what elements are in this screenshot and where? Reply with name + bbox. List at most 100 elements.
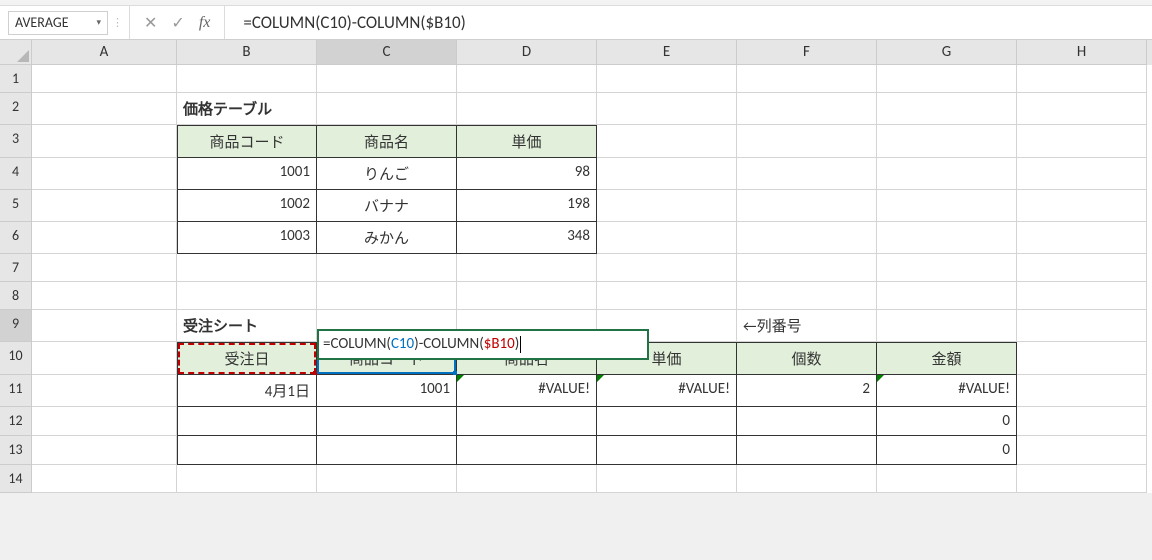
cell-B11[interactable]: 4月1日 [177,375,317,407]
col-header-G[interactable]: G [877,40,1017,65]
cell-H11[interactable] [1017,375,1147,407]
cell-B7[interactable] [177,254,317,282]
cell-C3[interactable]: 商品名 [317,125,457,158]
cell-E5[interactable] [597,190,737,222]
cell-G6[interactable] [877,222,1017,254]
row-header-1[interactable]: 1 [0,65,32,93]
cell-A9[interactable] [32,310,177,342]
cell-H6[interactable] [1017,222,1147,254]
cancel-icon[interactable]: ✕ [144,13,157,33]
cell-D3[interactable]: 単価 [457,125,597,158]
cell-H8[interactable] [1017,282,1147,310]
cell-E1[interactable] [597,65,737,93]
cell-E14[interactable] [597,465,737,493]
cell-D14[interactable] [457,465,597,493]
cell-F14[interactable] [737,465,877,493]
col-header-A[interactable]: A [32,40,177,65]
cell-D5[interactable]: 198 [457,190,597,222]
cell-H5[interactable] [1017,190,1147,222]
cell-B3[interactable]: 商品コード [177,125,317,158]
cell-F2[interactable] [737,93,877,125]
row-header-5[interactable]: 5 [0,190,32,222]
row-header-2[interactable]: 2 [0,93,32,125]
cell-G3[interactable] [877,125,1017,158]
cell-B6[interactable]: 1003 [177,222,317,254]
cell-F10[interactable]: 個数 [737,342,877,375]
cell-D4[interactable]: 98 [457,158,597,190]
cell-E13[interactable] [597,436,737,465]
cell-B8[interactable] [177,282,317,310]
cell-E12[interactable] [597,407,737,436]
cell-A1[interactable] [32,65,177,93]
cell-D12[interactable] [457,407,597,436]
cell-D7[interactable] [457,254,597,282]
col-header-B[interactable]: B [177,40,317,65]
cell-A13[interactable] [32,436,177,465]
cell-F13[interactable] [737,436,877,465]
cell-H3[interactable] [1017,125,1147,158]
cell-G10[interactable]: 金額 [877,342,1017,375]
cell-G7[interactable] [877,254,1017,282]
cell-C2[interactable] [317,93,457,125]
cell-H12[interactable] [1017,407,1147,436]
cell-F5[interactable] [737,190,877,222]
cell-editor[interactable]: =COLUMN(C10)-COLUMN($B10) [317,329,649,360]
col-header-C[interactable]: C [317,40,457,65]
cell-E4[interactable] [597,158,737,190]
cell-C4[interactable]: りんご [317,158,457,190]
cell-E7[interactable] [597,254,737,282]
formula-input[interactable]: =COLUMN(C10)-COLUMN($B10) [225,6,1152,39]
col-header-H[interactable]: H [1017,40,1147,65]
cell-C1[interactable] [317,65,457,93]
cell-E3[interactable] [597,125,737,158]
row-header-3[interactable]: 3 [0,125,32,158]
cell-C6[interactable]: みかん [317,222,457,254]
cell-C8[interactable] [317,282,457,310]
cell-A11[interactable] [32,375,177,407]
cell-A8[interactable] [32,282,177,310]
cell-F8[interactable] [737,282,877,310]
cell-A12[interactable] [32,407,177,436]
cell-F1[interactable] [737,65,877,93]
cell-H2[interactable] [1017,93,1147,125]
cell-F3[interactable] [737,125,877,158]
cell-A7[interactable] [32,254,177,282]
cell-F11[interactable]: 2 [737,375,877,407]
cell-A4[interactable] [32,158,177,190]
row-header-9[interactable]: 9 [0,310,32,342]
row-header-8[interactable]: 8 [0,282,32,310]
cell-F12[interactable] [737,407,877,436]
cell-C11[interactable]: 1001 [317,375,457,407]
cell-D2[interactable] [457,93,597,125]
cell-F6[interactable] [737,222,877,254]
cell-A5[interactable] [32,190,177,222]
cell-C7[interactable] [317,254,457,282]
cell-B14[interactable] [177,465,317,493]
cell-C13[interactable] [317,436,457,465]
cell-A2[interactable] [32,93,177,125]
cell-F9[interactable]: ←列番号 [737,310,877,342]
cell-G1[interactable] [877,65,1017,93]
cell-H10[interactable] [1017,342,1147,375]
cell-G11[interactable]: #VALUE! [877,375,1017,407]
chevron-down-icon[interactable]: ▾ [96,17,101,28]
cell-G13[interactable]: 0 [877,436,1017,465]
cell-D13[interactable] [457,436,597,465]
cell-F4[interactable] [737,158,877,190]
cell-B4[interactable]: 1001 [177,158,317,190]
cell-D1[interactable] [457,65,597,93]
cell-G4[interactable] [877,158,1017,190]
name-box[interactable]: AVERAGE ▾ [8,11,108,35]
expand-icon[interactable]: ⋮ [112,16,123,29]
cell-B1[interactable] [177,65,317,93]
cell-D6[interactable]: 348 [457,222,597,254]
cell-C12[interactable] [317,407,457,436]
cell-E6[interactable] [597,222,737,254]
cell-B2[interactable]: 価格テーブル [177,93,317,125]
cell-D8[interactable] [457,282,597,310]
cell-H14[interactable] [1017,465,1147,493]
cell-H13[interactable] [1017,436,1147,465]
cell-H1[interactable] [1017,65,1147,93]
cell-E8[interactable] [597,282,737,310]
row-header-14[interactable]: 14 [0,465,32,493]
